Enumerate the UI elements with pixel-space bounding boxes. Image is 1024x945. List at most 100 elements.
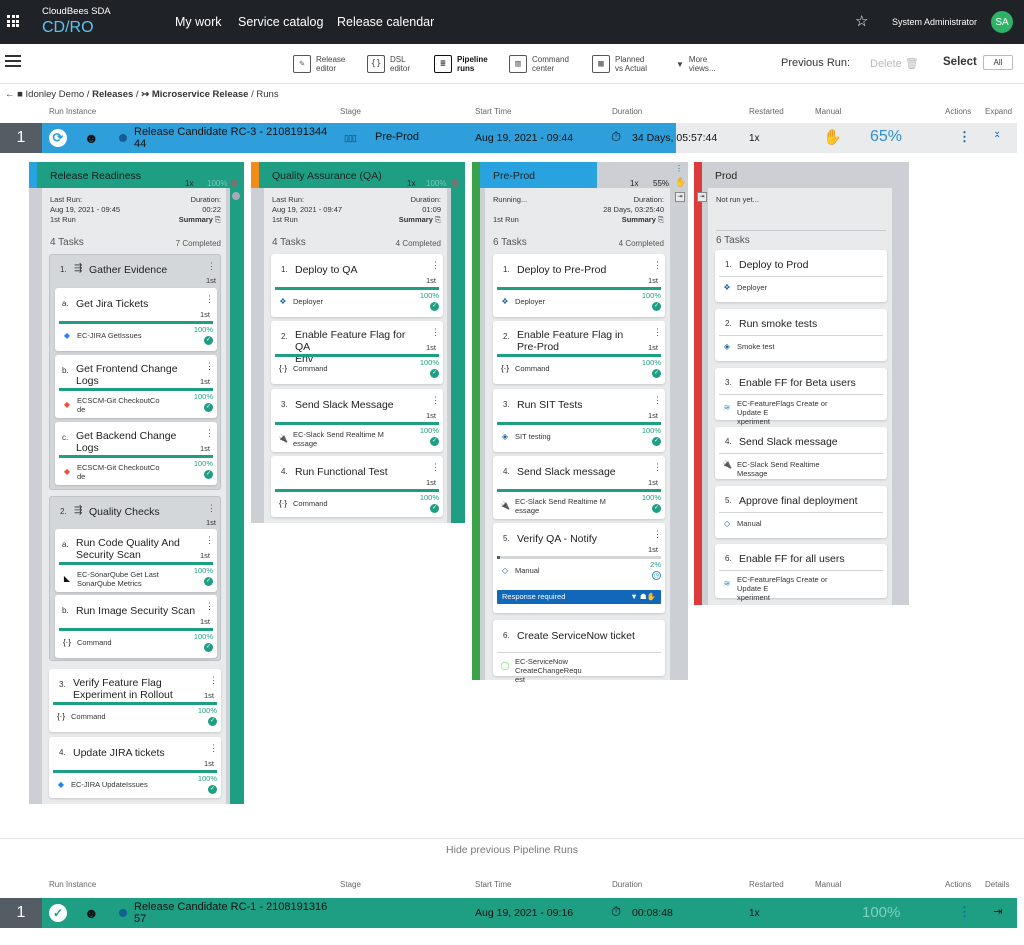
task-title[interactable]: Get Backend Change Logs <box>76 430 197 454</box>
app-grid-icon[interactable] <box>7 15 19 27</box>
group-kebab-icon[interactable]: ⋮ <box>207 503 216 514</box>
stage-title[interactable]: Pre-Prod <box>472 162 535 188</box>
task-title[interactable]: Verify QA - Notify <box>517 533 645 545</box>
summary-link[interactable]: Summary <box>399 215 433 224</box>
back-arrow-icon[interactable]: ← <box>5 89 15 100</box>
task-card[interactable]: 2. Enable Feature Flag for QA Env ⋮ 1st 100% ✓… <box>271 321 443 384</box>
task-title[interactable]: Send Slack Message <box>295 399 423 411</box>
task-card[interactable]: 4. Run Functional Test ⋮ 1st 100% ✓ {·} Command <box>271 456 443 517</box>
task-title[interactable]: Run Image Security Scan <box>76 605 197 617</box>
nav-release-calendar[interactable]: Release calendar <box>337 15 434 29</box>
task-card[interactable]: 1. Deploy to Prod ❖ Deployer <box>715 250 887 302</box>
user-name[interactable]: System Administrator <box>892 17 977 27</box>
hide-previous-runs-link[interactable]: Hide previous Pipeline Runs <box>0 844 1024 856</box>
run-name[interactable]: Release Candidate RC-1 - 2108191316 57 <box>134 901 327 925</box>
avatar[interactable]: SA <box>991 11 1013 33</box>
product-logo[interactable]: CD/RO <box>42 19 94 37</box>
stage-kebab-icon[interactable]: ⋮ <box>675 164 683 173</box>
hamburger-menu-icon[interactable] <box>5 55 21 67</box>
task-card[interactable]: c. Get Backend Change Logs ⋮ 1st 100% ✓ ◆ ECSCM-… <box>55 422 217 485</box>
collapse-chevrons-icon[interactable]: ⌄ ⌃ <box>993 127 1001 145</box>
info-dot-icon[interactable] <box>119 909 127 917</box>
task-kebab-icon[interactable]: ⋮ <box>431 462 440 473</box>
task-kebab-icon[interactable]: ⋮ <box>205 294 214 305</box>
task-card[interactable]: 4. Send Slack message 🔌 EC-Slack Send Realt… <box>715 427 887 479</box>
task-title[interactable]: Run smoke tests <box>739 318 867 330</box>
task-title[interactable]: Create ServiceNow ticket <box>517 630 645 642</box>
nav-service-catalog[interactable]: Service catalog <box>238 15 323 29</box>
task-card[interactable]: 3. Enable FF for Beta users ≋ EC-FeatureFla… <box>715 368 887 426</box>
task-kebab-icon[interactable]: ⋮ <box>653 529 662 540</box>
task-title[interactable]: Verify Feature Flag Experiment in Rollout <box>73 677 201 701</box>
select-all-button[interactable]: All <box>983 55 1013 70</box>
actions-kebab-icon[interactable]: ⋮ <box>958 129 971 145</box>
task-card[interactable]: 3. Verify Feature Flag Experiment in Rollo… <box>49 669 221 732</box>
task-title[interactable]: Send Slack message <box>739 436 867 448</box>
task-kebab-icon[interactable]: ⋮ <box>205 428 214 439</box>
task-kebab-icon[interactable]: ⋮ <box>653 260 662 271</box>
task-title[interactable]: Update JIRA tickets <box>73 747 201 759</box>
stage-title[interactable]: Prod <box>694 162 737 188</box>
task-kebab-icon[interactable]: ⋮ <box>431 395 440 406</box>
task-kebab-icon[interactable]: ⋮ <box>205 601 214 612</box>
details-icon[interactable]: ⇥ <box>991 905 1005 919</box>
group-title[interactable]: Quality Checks <box>89 506 160 518</box>
run-row-active[interactable]: 1 ⟳ ☻ Release Candidate RC-3 - 210819134… <box>0 123 1017 153</box>
hand-icon[interactable]: ✋ <box>823 128 842 146</box>
task-card[interactable]: 5. Approve final deployment ◇ Manual <box>715 486 887 538</box>
breadcrumb-release[interactable]: Microservice Release <box>152 89 249 100</box>
task-title[interactable]: Enable FF for all users <box>739 553 867 565</box>
exit-icon[interactable]: ⇥ <box>675 192 685 202</box>
task-card[interactable]: 6. Create ServiceNow ticket ◯ EC-ServiceNow… <box>493 620 665 684</box>
task-card[interactable]: a. Run Code Quality And Security Scan ⋮ 1st 1… <box>55 529 217 592</box>
command-center-button[interactable]: ▥ Command center <box>509 52 569 76</box>
task-card[interactable]: 3. Run SIT Tests ⋮ 1st 100% ✓ ◈ SIT testing <box>493 389 665 452</box>
task-title[interactable]: Deploy to Pre-Prod <box>517 264 645 276</box>
summary-link[interactable]: Summary <box>622 215 656 224</box>
task-kebab-icon[interactable]: ⋮ <box>431 260 440 271</box>
more-views-button[interactable]: ▼ More views... <box>676 52 716 76</box>
release-editor-button[interactable]: ✎ Release editor <box>293 52 345 76</box>
task-kebab-icon[interactable]: ⋮ <box>653 395 662 406</box>
task-card[interactable]: a. Get Jira Tickets ⋮ 1st 100% ✓ ◆ EC-JIRA GetI… <box>55 288 217 351</box>
task-card[interactable]: 1. Deploy to Pre-Prod ⋮ 1st 100% ✓ ❖ Deployer <box>493 254 665 317</box>
summary-link[interactable]: Summary <box>179 215 213 224</box>
exit-icon[interactable]: ⇥ <box>697 192 707 202</box>
response-required-dropdown[interactable]: Response required ▼ ☗✋ <box>497 590 661 604</box>
task-title[interactable]: Run SIT Tests <box>517 399 645 411</box>
task-title[interactable]: Approve final deployment <box>739 495 867 507</box>
breadcrumb-project[interactable]: Idonley Demo <box>26 89 85 100</box>
breadcrumb-releases[interactable]: Releases <box>92 89 133 100</box>
task-card[interactable]: 1. Deploy to QA ⋮ 1st 100% ✓ ❖ Deployer <box>271 254 443 317</box>
group-title[interactable]: Gather Evidence <box>89 264 167 276</box>
task-card[interactable]: 4. Send Slack message ⋮ 1st 100% ✓ 🔌 EC-Slack S… <box>493 456 665 519</box>
task-kebab-icon[interactable]: ⋮ <box>209 743 218 754</box>
task-kebab-icon[interactable]: ⋮ <box>209 675 218 686</box>
task-card[interactable]: b. Get Frontend Change Logs ⋮ 1st 100% ✓ ◆ ECSCM… <box>55 355 217 418</box>
dsl-editor-button[interactable]: {} DSL editor <box>367 52 410 76</box>
task-card[interactable]: 2. Run smoke tests ◈ Smoke test <box>715 309 887 361</box>
task-kebab-icon[interactable]: ⋮ <box>205 361 214 372</box>
task-kebab-icon[interactable]: ⋮ <box>431 327 440 338</box>
task-card[interactable]: 5. Verify QA - Notify ⋮ 1st 2% ◷ ◇ Manual Respon… <box>493 523 665 613</box>
stage-title[interactable]: Release Readiness <box>29 162 141 188</box>
task-card[interactable]: 6. Enable FF for all users ≋ EC-FeatureFlag… <box>715 544 887 602</box>
task-title[interactable]: Deploy to Prod <box>739 259 867 271</box>
task-title[interactable]: Run Functional Test <box>295 466 423 478</box>
stage-toggle-icon[interactable] <box>232 192 240 200</box>
task-title[interactable]: Run Code Quality And Security Scan <box>76 537 197 561</box>
run-name[interactable]: Release Candidate RC-3 - 2108191344 44 <box>134 126 327 150</box>
nav-my-work[interactable]: My work <box>175 15 222 29</box>
group-kebab-icon[interactable]: ⋮ <box>207 261 216 272</box>
pipeline-runs-button[interactable]: ≡ Pipeline runs <box>434 52 488 76</box>
task-title[interactable]: Enable FF for Beta users <box>739 377 867 389</box>
planned-vs-actual-button[interactable]: ▦ Planned vs Actual <box>592 52 647 76</box>
task-kebab-icon[interactable]: ⋮ <box>205 535 214 546</box>
task-title[interactable]: Get Frontend Change Logs <box>76 363 197 387</box>
task-kebab-icon[interactable]: ⋮ <box>653 327 662 338</box>
run-row-previous[interactable]: 1 ✓ ☻ Release Candidate RC-1 - 210819131… <box>0 898 1017 928</box>
task-card[interactable]: 3. Send Slack Message ⋮ 1st 100% ✓ 🔌 EC-Slack S… <box>271 389 443 452</box>
task-card[interactable]: 2. Enable Feature Flag in Pre-Prod ⋮ 1st 100%… <box>493 321 665 384</box>
task-card[interactable]: b. Run Image Security Scan ⋮ 1st 100% ✓ {·} Com… <box>55 595 217 658</box>
task-title[interactable]: Get Jira Tickets <box>76 298 197 310</box>
